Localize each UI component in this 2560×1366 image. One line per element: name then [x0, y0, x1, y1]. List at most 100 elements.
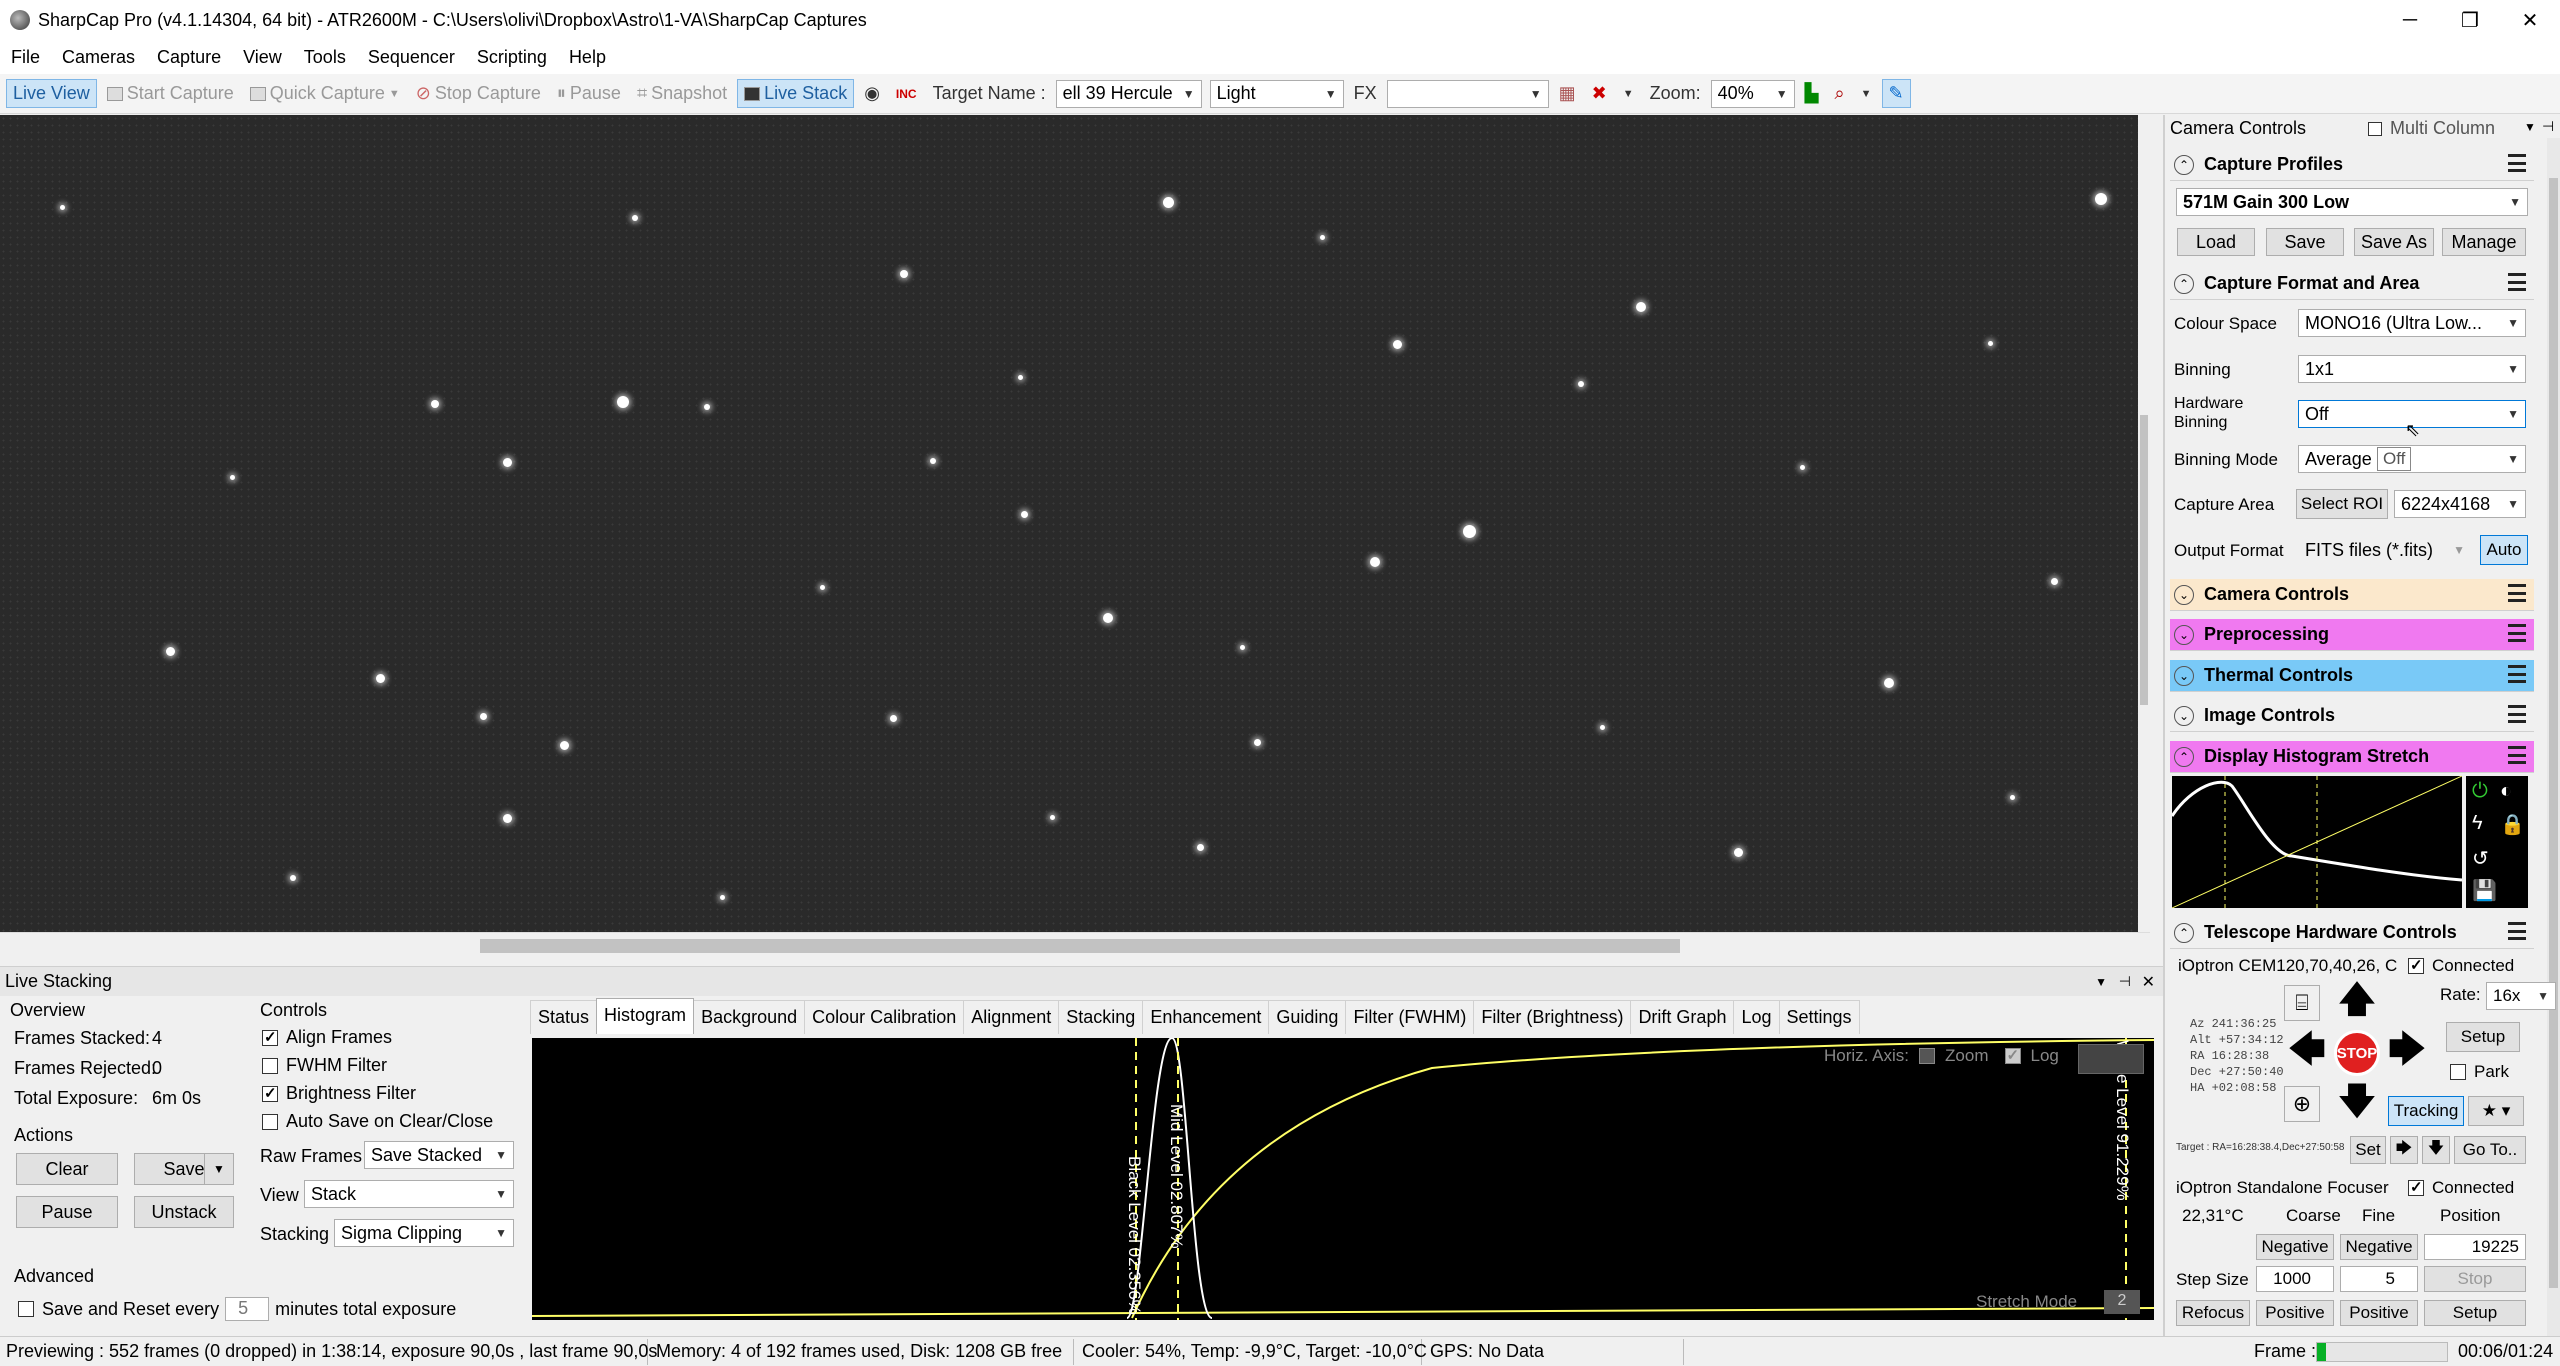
park-checkbox[interactable] [2450, 1064, 2466, 1080]
select-roi-button[interactable]: Select ROI [2296, 489, 2388, 519]
arrow-down-small-icon[interactable]: 🡇 [2422, 1136, 2450, 1164]
fine-negative-button[interactable]: Negative [2340, 1234, 2418, 1260]
dark-icon[interactable]: ◉ [858, 80, 886, 107]
arrow-left-icon[interactable]: 🡄 [2284, 1028, 2330, 1076]
menu-icon[interactable] [2508, 154, 2526, 172]
multi-column-option[interactable]: Multi Column [2368, 118, 2495, 139]
tab-guiding[interactable]: Guiding [1268, 1000, 1347, 1034]
chevron-up-icon[interactable]: ⌃ [2174, 154, 2194, 175]
crosshair-icon[interactable]: ✖ [1586, 80, 1613, 107]
align-frames-option[interactable]: Align Frames [262, 1027, 392, 1048]
chevron-down-icon[interactable]: ▼ [1617, 85, 1640, 103]
stop-capture-button[interactable]: ⊘ Stop Capture [410, 80, 547, 107]
pin-icon[interactable]: ⊣ [2119, 973, 2131, 990]
tab-alignment[interactable]: Alignment [963, 1000, 1060, 1034]
tab-filter-brightness[interactable]: Filter (Brightness) [1473, 1000, 1632, 1034]
arrow-down-icon[interactable]: 🡇 [2334, 1080, 2380, 1128]
menu-icon[interactable] [2508, 624, 2526, 642]
chevron-down-icon[interactable]: ⌄ [2174, 705, 2194, 726]
arrow-up-icon[interactable]: 🡅 [2334, 978, 2380, 1026]
stack-histogram[interactable]: Black Level 02.356% Mid Level 02.807% Wh… [532, 1038, 2154, 1320]
save-profile-button[interactable]: Save [2266, 228, 2344, 256]
lock-icon[interactable]: 🔒 [2500, 812, 2525, 837]
tab-enhancement[interactable]: Enhancement [1142, 1000, 1270, 1034]
tab-settings[interactable]: Settings [1778, 1000, 1860, 1034]
clear-button[interactable]: Clear [16, 1153, 118, 1185]
mount-setup-button[interactable]: Setup [2446, 1022, 2520, 1052]
load-profile-button[interactable]: Load [2177, 228, 2255, 256]
log-checkbox[interactable] [2004, 1046, 2021, 1064]
rate-combo[interactable]: 16x ▼ [2486, 982, 2556, 1010]
star-tracking-rate-icon[interactable]: ★ ▾ [2468, 1096, 2524, 1126]
tab-background[interactable]: Background [693, 1000, 806, 1034]
auto-save-checkbox[interactable] [262, 1114, 278, 1131]
coarse-negative-button[interactable]: Negative [2256, 1234, 2334, 1260]
chevron-up-icon[interactable]: ⌃ [2174, 746, 2194, 767]
manage-profiles-button[interactable]: Manage [2442, 228, 2526, 256]
focuser-setup-button[interactable]: Setup [2424, 1300, 2526, 1326]
chevron-down-icon[interactable]: ▼ [1855, 85, 1878, 103]
coarse-positive-button[interactable]: Positive [2256, 1300, 2334, 1326]
tab-drift-graph[interactable]: Drift Graph [1630, 1000, 1735, 1034]
save-dropdown-button[interactable]: ▼ [204, 1153, 234, 1185]
frame-type-combo[interactable]: Light ▼ [1209, 79, 1344, 108]
zoom-tool-icon[interactable]: ⌕ [1829, 80, 1851, 107]
tab-colour-calibration[interactable]: Colour Calibration [804, 1000, 965, 1034]
image-controls-section[interactable]: ⌄ Image Controls [2170, 700, 2534, 732]
menu-icon[interactable] [2508, 922, 2526, 940]
mount-connected-option[interactable]: Connected [2408, 956, 2514, 976]
image-viewer[interactable] [0, 115, 2138, 932]
tab-status[interactable]: Status [530, 1000, 598, 1034]
menu-capture[interactable]: Capture [146, 47, 232, 68]
contrast-icon[interactable]: ◐ [2500, 780, 2512, 803]
chevron-up-icon[interactable]: ⌃ [2174, 922, 2194, 943]
chevron-down-icon[interactable]: ⌄ [2174, 624, 2194, 645]
viewer-vertical-scrollbar[interactable] [2138, 115, 2150, 932]
unstack-button[interactable]: Unstack [134, 1196, 234, 1228]
menu-sequencer[interactable]: Sequencer [357, 47, 466, 68]
target-name-combo[interactable]: ell 39 Hercule ▼ [1055, 79, 1202, 108]
chevron-up-icon[interactable]: ⌃ [2174, 273, 2194, 294]
quick-capture-button[interactable]: Quick Capture ▼ [244, 80, 406, 107]
camera-controls-section[interactable]: ⌄ Camera Controls [2170, 579, 2534, 611]
menu-file[interactable]: File [0, 47, 51, 68]
live-stack-button[interactable]: Live Stack [737, 79, 855, 108]
menu-view[interactable]: View [232, 47, 293, 68]
target-home-icon[interactable]: ⊕ [2284, 1086, 2320, 1122]
zoom-checkbox[interactable] [1919, 1048, 1936, 1064]
menu-icon[interactable] [2508, 705, 2526, 723]
spiral-search-icon[interactable]: ⌸ [2284, 985, 2320, 1021]
fwhm-filter-option[interactable]: FWHM Filter [262, 1055, 387, 1076]
view-combo[interactable]: Stack ▼ [304, 1180, 514, 1208]
menu-tools[interactable]: Tools [293, 47, 357, 68]
flat-icon[interactable]: INC [890, 84, 923, 104]
chevron-down-icon[interactable]: ⌄ [2174, 584, 2194, 605]
menu-icon[interactable] [2508, 273, 2526, 291]
start-capture-button[interactable]: Start Capture [101, 80, 240, 107]
stacking-combo[interactable]: Sigma Clipping ▼ [334, 1219, 514, 1247]
output-format-combo[interactable]: FITS files (*.fits) ▼ [2298, 536, 2472, 564]
goto-button[interactable]: Go To.. [2454, 1136, 2526, 1164]
menu-scripting[interactable]: Scripting [466, 47, 558, 68]
fine-step-input[interactable]: 5 [2340, 1266, 2418, 1292]
brightness-filter-option[interactable]: Brightness Filter [262, 1083, 416, 1104]
brightness-filter-checkbox[interactable] [262, 1084, 278, 1103]
tab-histogram[interactable]: Histogram [596, 998, 695, 1034]
capture-profiles-section[interactable]: ⌃ Capture Profiles [2170, 149, 2534, 181]
tab-filter-fwhm[interactable]: Filter (FWHM) [1345, 1000, 1475, 1034]
close-icon[interactable]: ✕ [2142, 972, 2155, 992]
profile-combo[interactable]: 571M Gain 300 Low ▼ [2176, 188, 2528, 216]
display-histogram-plot[interactable] [2170, 775, 2463, 909]
capture-format-section[interactable]: ⌃ Capture Format and Area [2170, 268, 2534, 300]
park-option[interactable]: Park [2450, 1062, 2509, 1082]
tab-log[interactable]: Log [1733, 1000, 1780, 1034]
align-frames-checkbox[interactable] [262, 1028, 278, 1047]
position-input[interactable]: 19225 [2424, 1234, 2526, 1260]
reset-icon[interactable]: ↺ [2472, 846, 2489, 871]
save-as-profile-button[interactable]: Save As [2354, 228, 2434, 256]
raw-frames-combo[interactable]: Save Stacked ▼ [364, 1141, 514, 1169]
telescope-controls-section[interactable]: ⌃ Telescope Hardware Controls [2170, 917, 2534, 949]
panel-scrollbar[interactable] [2547, 138, 2560, 1336]
fx-combo[interactable]: ▼ [1386, 79, 1549, 108]
pause-button[interactable]: ⏸ Pause [551, 80, 627, 107]
